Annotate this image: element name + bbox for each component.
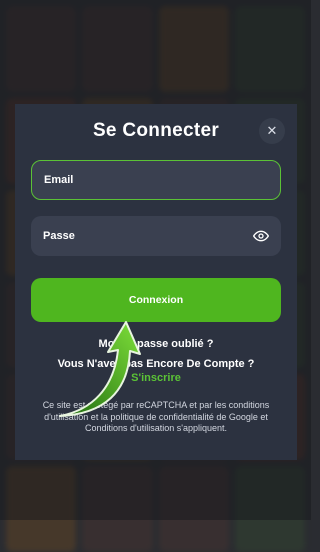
email-input[interactable]	[42, 173, 270, 187]
eye-icon[interactable]	[253, 228, 269, 244]
close-icon: ✕	[266, 123, 278, 138]
close-button[interactable]: ✕	[259, 118, 285, 144]
password-input[interactable]	[41, 229, 271, 243]
curved-arrow-icon	[59, 321, 141, 417]
email-field[interactable]	[31, 160, 281, 200]
modal-title: Se Connecter	[92, 120, 220, 141]
password-field[interactable]	[31, 216, 281, 256]
login-button[interactable]: Connexion	[31, 278, 281, 322]
